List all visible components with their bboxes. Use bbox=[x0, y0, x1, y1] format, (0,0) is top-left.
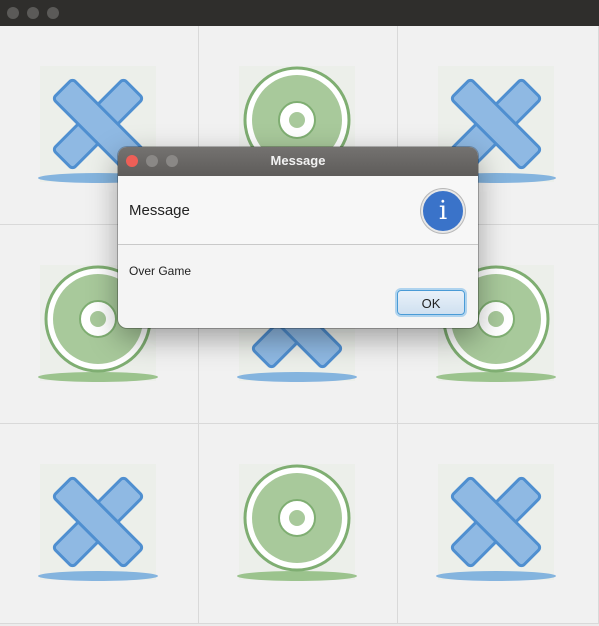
dialog-message: Over Game bbox=[129, 264, 192, 278]
main-titlebar bbox=[0, 0, 599, 26]
o-mark-icon bbox=[237, 464, 357, 581]
dialog-minimize-button[interactable] bbox=[146, 155, 158, 167]
board-cell-7[interactable] bbox=[0, 424, 199, 624]
board-cell-8[interactable] bbox=[199, 424, 398, 624]
board-cell-9[interactable] bbox=[398, 424, 599, 624]
close-window-button[interactable] bbox=[7, 7, 19, 19]
dialog-close-button[interactable] bbox=[126, 155, 138, 167]
x-mark-icon bbox=[436, 464, 556, 581]
info-icon: i bbox=[421, 189, 465, 233]
dialog-header: Message i bbox=[118, 176, 478, 245]
dialog-zoom-button[interactable] bbox=[166, 155, 178, 167]
ok-button[interactable]: OK bbox=[397, 290, 465, 315]
dialog-header-text: Message bbox=[129, 202, 190, 219]
minimize-window-button[interactable] bbox=[27, 7, 39, 19]
x-mark-icon bbox=[38, 464, 158, 581]
zoom-window-button[interactable] bbox=[47, 7, 59, 19]
message-dialog: Message Message i Over Game OK bbox=[118, 147, 478, 328]
